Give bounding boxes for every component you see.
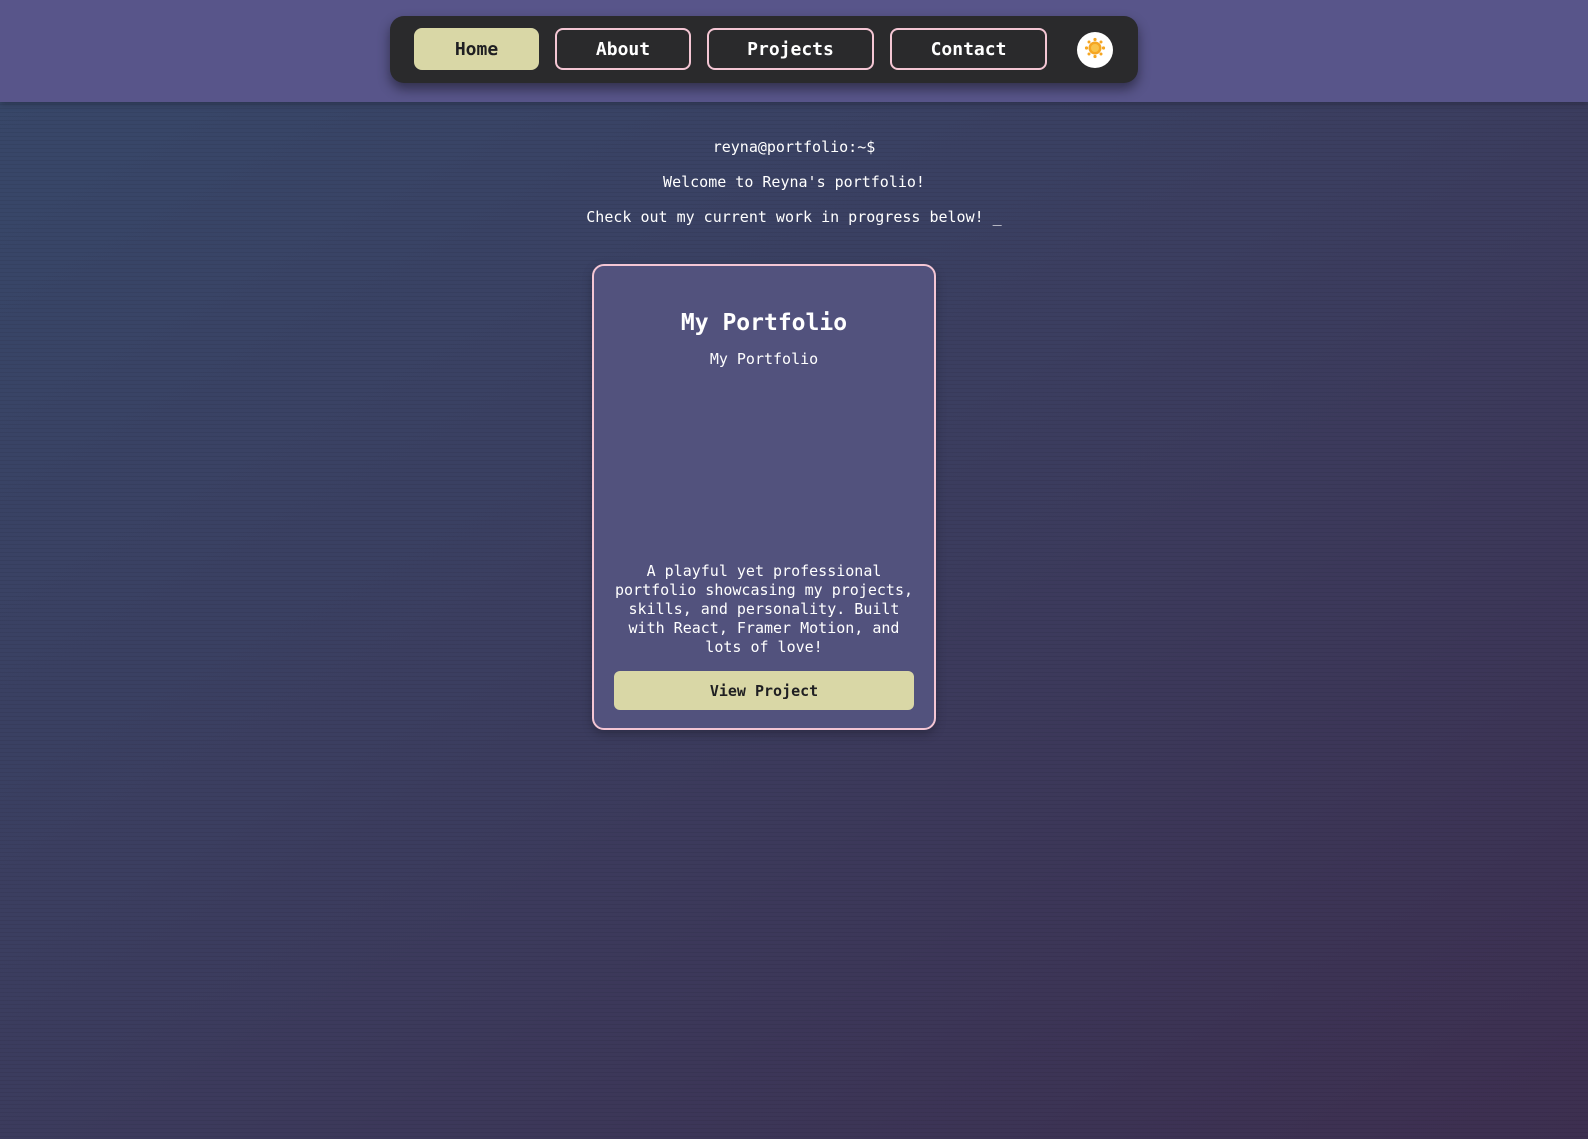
project-title: My Portfolio xyxy=(680,310,848,336)
terminal-prompt: reyna@portfolio:~$ xyxy=(712,138,876,156)
welcome-text: Welcome to Reyna's portfolio! xyxy=(663,173,925,191)
wip-message: Check out my current work in progress be… xyxy=(586,208,1002,226)
nav-home-button[interactable]: Home xyxy=(414,28,539,70)
project-subtitle: My Portfolio xyxy=(709,350,819,368)
nav-contact-button[interactable]: Contact xyxy=(890,28,1047,70)
terminal-intro: reyna@portfolio:~$ Welcome to Reyna's po… xyxy=(0,136,1588,241)
sun-icon xyxy=(1084,37,1106,63)
nav-projects-button[interactable]: Projects xyxy=(707,28,874,70)
nav-about-button[interactable]: About xyxy=(555,28,691,70)
project-card: My Portfolio My Portfolio A playful yet … xyxy=(592,264,936,730)
main-nav: Home About Projects Contact xyxy=(390,16,1138,83)
view-project-button[interactable]: View Project xyxy=(614,671,914,710)
project-description: A playful yet professional portfolio sho… xyxy=(614,562,913,656)
theme-toggle-button[interactable] xyxy=(1077,32,1113,68)
